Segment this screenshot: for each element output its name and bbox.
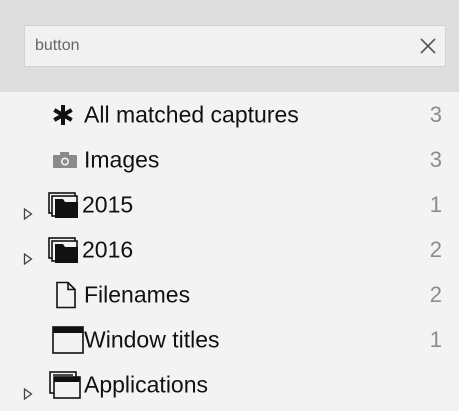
camera-icon (52, 151, 78, 169)
window-icon (52, 325, 84, 354)
search-area (0, 0, 459, 92)
stack-folder-icon (47, 236, 79, 264)
capture-browser-panel: All matched captures 3 Images 3 (0, 0, 459, 411)
tree-item-images[interactable]: Images 3 (0, 137, 459, 182)
tree-item-count: 3 (429, 146, 442, 172)
tree-item-count: 1 (429, 326, 442, 352)
tree-item-label: Window titles (84, 326, 220, 352)
tree-item-2015[interactable]: 2015 1 (0, 182, 459, 227)
expand-arrow-icon[interactable] (23, 379, 33, 400)
tree-item-count: 2 (429, 236, 442, 262)
close-icon (420, 38, 436, 54)
tree-item-label: 2016 (82, 236, 134, 262)
tree-item-applications[interactable]: Applications (0, 362, 459, 407)
tree-item-all-matched-captures[interactable]: All matched captures 3 (0, 92, 459, 137)
expand-arrow-icon[interactable] (23, 244, 33, 265)
tree-item-count: 2 (429, 281, 442, 307)
capture-tree: All matched captures 3 Images 3 2015 1 2… (0, 92, 459, 407)
tree-item-label: Applications (84, 371, 209, 397)
file-icon (55, 281, 77, 309)
tree-item-count: 3 (429, 101, 442, 127)
asterisk-icon (52, 104, 74, 126)
tree-item-count: 1 (429, 191, 442, 217)
stack-folder-icon (47, 191, 79, 219)
tree-item-label: All matched captures (84, 101, 299, 127)
app-window-icon (49, 370, 81, 399)
clear-search-button[interactable] (411, 26, 445, 66)
tree-item-2016[interactable]: 2016 2 (0, 227, 459, 272)
tree-item-filenames[interactable]: Filenames 2 (0, 272, 459, 317)
tree-item-label: Images (84, 146, 160, 172)
tree-item-label: Filenames (84, 281, 191, 307)
tree-item-label: 2015 (82, 191, 134, 217)
expand-arrow-icon[interactable] (23, 199, 33, 220)
search-input[interactable] (25, 26, 411, 66)
search-box[interactable] (24, 25, 446, 67)
tree-item-window-titles[interactable]: Window titles 1 (0, 317, 459, 362)
